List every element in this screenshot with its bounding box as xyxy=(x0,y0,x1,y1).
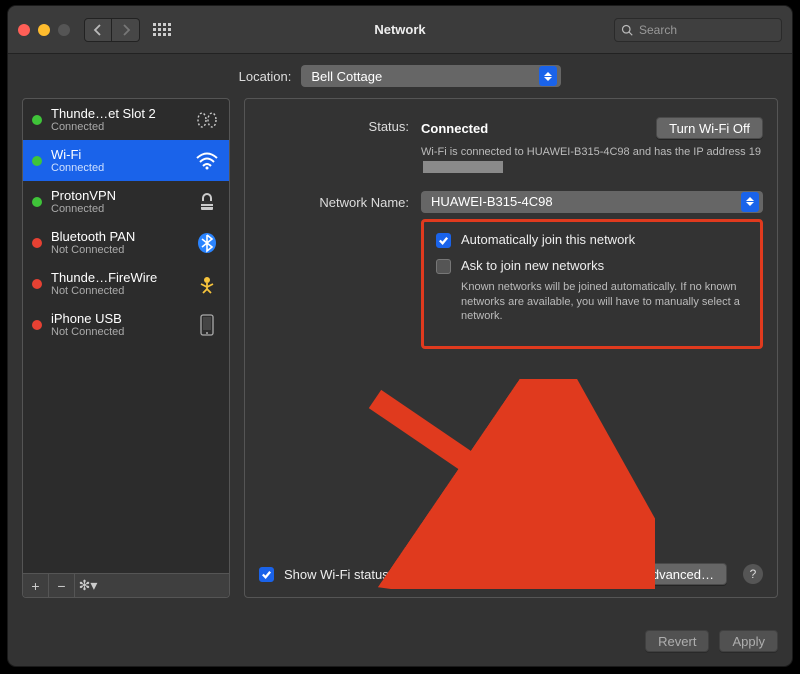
auto-join-label: Automatically join this network xyxy=(461,232,635,247)
remove-service-button[interactable]: − xyxy=(49,574,75,597)
menubar-status-label: Show Wi-Fi status in menu bar xyxy=(284,567,461,582)
network-name-select[interactable]: HUAWEI-B315-4C98 xyxy=(421,191,763,213)
ask-join-label: Ask to join new networks xyxy=(461,258,604,274)
service-item[interactable]: Thunde…FireWireNot Connected xyxy=(23,263,229,304)
service-text: Thunde…FireWireNot Connected xyxy=(51,270,185,297)
gear-icon: ✻▾ xyxy=(79,577,98,594)
check-icon xyxy=(438,235,449,246)
services-sidebar: Thunde…et Slot 2ConnectedWi-FiConnectedP… xyxy=(22,98,230,598)
chevron-updown-icon xyxy=(539,66,557,86)
forward-button[interactable] xyxy=(112,18,140,42)
status-label: Status: xyxy=(259,117,409,134)
services-list[interactable]: Thunde…et Slot 2ConnectedWi-FiConnectedP… xyxy=(23,99,229,573)
service-actions-button[interactable]: ✻▾ xyxy=(75,574,101,597)
status-dot-icon xyxy=(32,115,42,125)
annotation-arrow-icon xyxy=(355,379,655,589)
auto-join-row: Automatically join this network xyxy=(436,232,748,248)
show-all-button[interactable] xyxy=(148,18,176,42)
service-status: Connected xyxy=(51,121,185,133)
revert-button[interactable]: Revert xyxy=(645,630,709,652)
service-text: iPhone USBNot Connected xyxy=(51,311,185,338)
status-value: Connected xyxy=(421,121,488,136)
location-value: Bell Cottage xyxy=(311,69,382,84)
window-footer-buttons: Revert Apply xyxy=(645,630,778,652)
network-name-label: Network Name: xyxy=(259,193,409,210)
turn-wifi-off-button[interactable]: Turn Wi-Fi Off xyxy=(656,117,763,139)
status-dot-icon xyxy=(32,197,42,207)
titlebar: Network Search xyxy=(8,6,792,54)
main-footer: Show Wi-Fi status in menu bar Advanced… … xyxy=(259,563,763,585)
advanced-button[interactable]: Advanced… xyxy=(630,563,727,585)
network-name-value: HUAWEI-B315-4C98 xyxy=(431,194,553,209)
thunderbolt-bridge-icon xyxy=(194,109,220,131)
network-prefs-window: Network Search Location: Bell Cottage Th… xyxy=(8,6,792,666)
service-status: Not Connected xyxy=(51,326,185,338)
network-name-row: Network Name: HUAWEI-B315-4C98 xyxy=(259,191,763,213)
traffic-lights xyxy=(18,24,70,36)
status-dot-icon xyxy=(32,279,42,289)
auto-join-checkbox[interactable] xyxy=(436,233,451,248)
service-item[interactable]: Thunde…et Slot 2Connected xyxy=(23,99,229,140)
service-name: iPhone USB xyxy=(51,311,185,326)
back-button[interactable] xyxy=(84,18,112,42)
bluetooth-icon xyxy=(194,232,220,254)
status-row: Status: Connected Turn Wi-Fi Off Wi-Fi i… xyxy=(259,117,763,175)
content-columns: Thunde…et Slot 2ConnectedWi-FiConnectedP… xyxy=(8,98,792,598)
zoom-icon[interactable] xyxy=(58,24,70,36)
service-status: Connected xyxy=(51,162,185,174)
status-dot-icon xyxy=(32,238,42,248)
service-item[interactable]: iPhone USBNot Connected xyxy=(23,304,229,345)
status-description: Wi-Fi is connected to HUAWEI-B315-4C98 a… xyxy=(421,145,763,175)
search-icon xyxy=(621,24,633,36)
service-name: Thunde…et Slot 2 xyxy=(51,106,185,121)
help-button[interactable]: ? xyxy=(743,564,763,584)
status-dot-icon xyxy=(32,320,42,330)
minimize-icon[interactable] xyxy=(38,24,50,36)
chevron-updown-icon xyxy=(741,192,759,212)
apply-button[interactable]: Apply xyxy=(719,630,778,652)
service-status: Connected xyxy=(51,203,185,215)
lock-icon xyxy=(194,191,220,213)
close-icon[interactable] xyxy=(18,24,30,36)
service-item[interactable]: Bluetooth PANNot Connected xyxy=(23,222,229,263)
wifi-icon xyxy=(194,150,220,172)
grid-icon xyxy=(153,23,171,36)
service-name: Bluetooth PAN xyxy=(51,229,185,244)
search-placeholder: Search xyxy=(639,23,677,37)
service-text: Thunde…et Slot 2Connected xyxy=(51,106,185,133)
service-text: ProtonVPNConnected xyxy=(51,188,185,215)
service-name: Wi-Fi xyxy=(51,147,185,162)
location-row: Location: Bell Cottage xyxy=(8,54,792,98)
service-status: Not Connected xyxy=(51,285,185,297)
main-pane: Status: Connected Turn Wi-Fi Off Wi-Fi i… xyxy=(244,98,778,598)
ask-join-desc: Known networks will be joined automatica… xyxy=(461,280,748,325)
service-item[interactable]: ProtonVPNConnected xyxy=(23,181,229,222)
location-select[interactable]: Bell Cottage xyxy=(301,65,561,87)
service-text: Wi-FiConnected xyxy=(51,147,185,174)
service-status: Not Connected xyxy=(51,244,185,256)
status-dot-icon xyxy=(32,156,42,166)
service-name: ProtonVPN xyxy=(51,188,185,203)
sidebar-footer: + − ✻▾ xyxy=(23,573,229,597)
service-name: Thunde…FireWire xyxy=(51,270,185,285)
search-input[interactable]: Search xyxy=(614,18,782,42)
service-text: Bluetooth PANNot Connected xyxy=(51,229,185,256)
highlighted-options-box: Automatically join this network Ask to j… xyxy=(421,219,763,350)
redacted-ip xyxy=(423,161,503,173)
menubar-status-checkbox[interactable] xyxy=(259,567,274,582)
phone-icon xyxy=(194,314,220,336)
ask-join-row: Ask to join new networks Known networks … xyxy=(436,258,748,325)
location-label: Location: xyxy=(239,69,292,84)
firewire-icon xyxy=(194,273,220,295)
service-item[interactable]: Wi-FiConnected xyxy=(23,140,229,181)
check-icon xyxy=(261,569,272,580)
ask-join-checkbox[interactable] xyxy=(436,259,451,274)
add-service-button[interactable]: + xyxy=(23,574,49,597)
